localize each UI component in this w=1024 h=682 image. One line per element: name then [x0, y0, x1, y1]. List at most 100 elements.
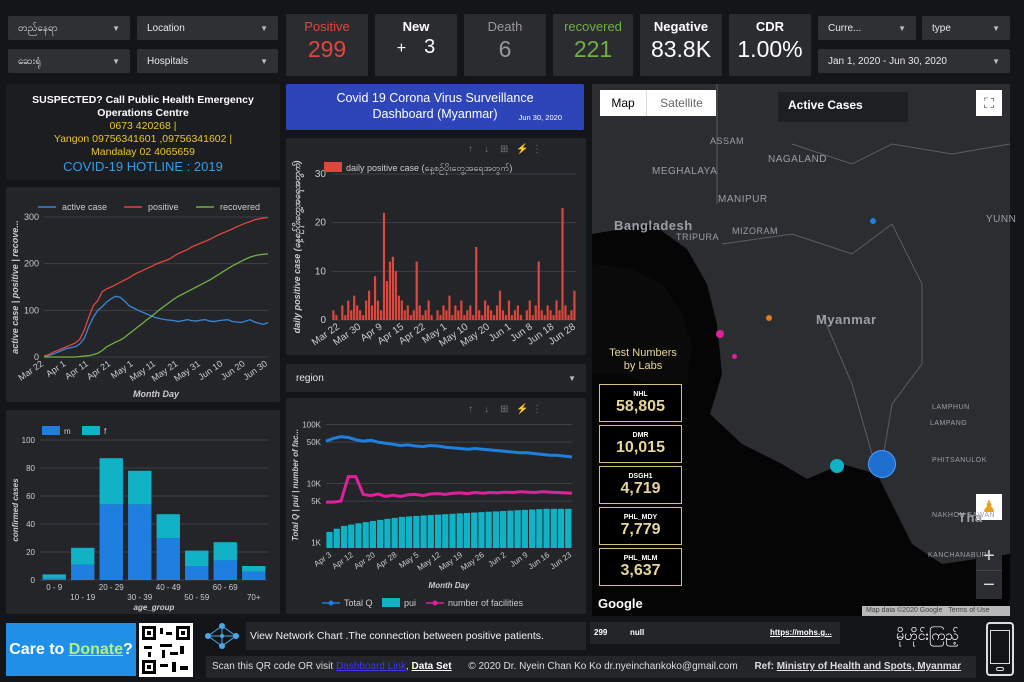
bar	[510, 315, 514, 320]
bar-pui	[384, 518, 391, 548]
map-marker[interactable]	[830, 459, 844, 473]
lab-card: DSGH1 4,719	[599, 466, 682, 504]
qr-code[interactable]	[139, 623, 193, 677]
bar-m	[213, 560, 237, 580]
chevron-down-icon: ▼	[568, 373, 576, 383]
bar-f	[71, 547, 95, 565]
bar	[379, 310, 383, 320]
bar	[481, 315, 484, 320]
bar	[445, 310, 448, 320]
bar-f	[242, 566, 266, 572]
map-marker-yangon[interactable]	[868, 450, 896, 478]
x-tick-label: Jun 1	[487, 321, 514, 344]
y-tick-label: 200	[24, 259, 39, 269]
bar	[403, 310, 406, 320]
bar	[561, 208, 564, 320]
ward-dropdown[interactable]: ဆေးရုံ ▼	[8, 49, 130, 73]
map-marker[interactable]	[716, 330, 724, 338]
zoom-out-button[interactable]: −	[976, 571, 1002, 599]
ref-label: Ref:	[754, 661, 774, 672]
legend-marker	[328, 600, 334, 606]
kpi-negative-label: Negative	[653, 19, 709, 34]
x-tick-label: Jun 30	[241, 358, 269, 382]
quarantine-chart-panel: ↑ ↓ ⊞ ⚡ ⋮ 1K 5K 10K 50K 100K Apr 3 Apr 12 Apr 20 Apr …	[286, 398, 586, 614]
x-tick-label: May 12	[416, 550, 443, 573]
network-chart-link[interactable]: View Network Chart .The connection betwe…	[246, 622, 586, 650]
chart-toolbar-icon: ⚡	[516, 402, 528, 415]
map-place-label: LAMPHUN	[932, 404, 970, 411]
lab-name: DMR	[632, 432, 649, 439]
y-axis-label: active case | positive | recove...	[10, 220, 20, 354]
y-axis-label: daily positive case (နေ့စဉ်ပိုးတွေ့အရေအတ…	[291, 161, 305, 334]
legend-label: daily positive case (နေ့စဉ်ပိုးတွေ့အရေအတ…	[346, 163, 512, 175]
bar-pui	[362, 522, 369, 548]
dataset-link[interactable]: Data Set	[412, 661, 452, 672]
bar	[439, 315, 442, 320]
bar	[463, 315, 466, 320]
bar-pui	[434, 514, 442, 548]
map-attribution-text: Map data ©2020 Google	[866, 607, 943, 614]
bar	[418, 305, 421, 320]
map-tab-satellite[interactable]: Satellite	[646, 90, 716, 116]
map-marker[interactable]	[732, 354, 737, 359]
dashboard-link[interactable]: Dashboard Link	[336, 661, 406, 672]
bar	[558, 310, 561, 320]
y-axis-label: confirmed cases	[11, 478, 20, 542]
date-range-picker[interactable]: Jan 1, 2020 - Jun 30, 2020 ▼	[818, 49, 1010, 73]
hospitals-dropdown-label: Hospitals	[147, 55, 189, 67]
bar-pui	[507, 510, 514, 548]
bar	[492, 315, 496, 320]
legend-label: recovered	[220, 202, 260, 212]
kpi-new: New +3	[375, 14, 457, 76]
fullscreen-button[interactable]: ⛶	[976, 90, 1002, 116]
bar-pui	[485, 511, 492, 548]
township-dropdown[interactable]: တည်နေရာ ▼	[8, 16, 130, 40]
chevron-down-icon: ▼	[112, 56, 120, 66]
bar	[570, 310, 573, 320]
bar	[490, 310, 493, 320]
ref-link[interactable]: Ministry of Health and Spots, Myanmar	[777, 661, 961, 672]
network-graph-icon	[205, 623, 239, 649]
dashboard-banner: Covid 19 Corona Virus Surveillance Dashb…	[286, 84, 584, 130]
bar	[388, 261, 392, 320]
bar	[353, 295, 356, 320]
lab-name: PHL_MLM	[623, 555, 658, 562]
kpi-cdr-value: 1.00%	[737, 36, 803, 62]
bar-pui	[565, 508, 572, 548]
kpi-new-value: 3	[424, 36, 436, 58]
map-tab-map[interactable]: Map	[600, 90, 646, 116]
bar	[406, 305, 409, 320]
bar	[356, 305, 359, 320]
y-tick-label: 20	[26, 548, 35, 557]
donate-link[interactable]: Donate	[69, 641, 123, 659]
bar-pui	[528, 509, 536, 548]
bar-pui	[413, 515, 420, 548]
bar	[415, 261, 418, 320]
bar-f	[128, 470, 152, 505]
table-cell-link[interactable]: https://mohs.g...	[770, 628, 832, 637]
x-tick-label: Jun 10	[196, 358, 224, 382]
hospitals-dropdown[interactable]: Hospitals ▼	[137, 49, 278, 73]
x-tick-label: Jun 20	[219, 358, 247, 382]
network-icon[interactable]	[202, 621, 242, 651]
donate-button[interactable]: Care to Donate?	[6, 623, 136, 676]
location-dropdown[interactable]: Location ▼	[137, 16, 278, 40]
kpi-death-value: 6	[498, 36, 512, 62]
bar	[513, 310, 516, 320]
phone-icon[interactable]	[986, 622, 1014, 676]
series-line-Total-Q	[325, 435, 573, 459]
bar	[549, 310, 552, 320]
kpi-negative: Negative 83.8K	[640, 14, 722, 76]
x-tick-label: Jun 16	[526, 550, 551, 571]
map-marker[interactable]	[870, 218, 876, 224]
map-terms-link[interactable]: Terms of Use	[948, 607, 989, 614]
type-dropdown[interactable]: type ▼	[922, 16, 1010, 40]
region-dropdown[interactable]: region ▼	[286, 364, 586, 392]
chart-toolbar-icon: ⚡	[516, 142, 528, 155]
map-marker[interactable]	[766, 315, 772, 321]
bar	[421, 315, 424, 320]
x-tick-label: Apr 12	[330, 550, 355, 571]
bar	[362, 315, 365, 320]
current-dropdown[interactable]: Curre... ▼	[818, 16, 916, 40]
bar	[341, 305, 344, 320]
